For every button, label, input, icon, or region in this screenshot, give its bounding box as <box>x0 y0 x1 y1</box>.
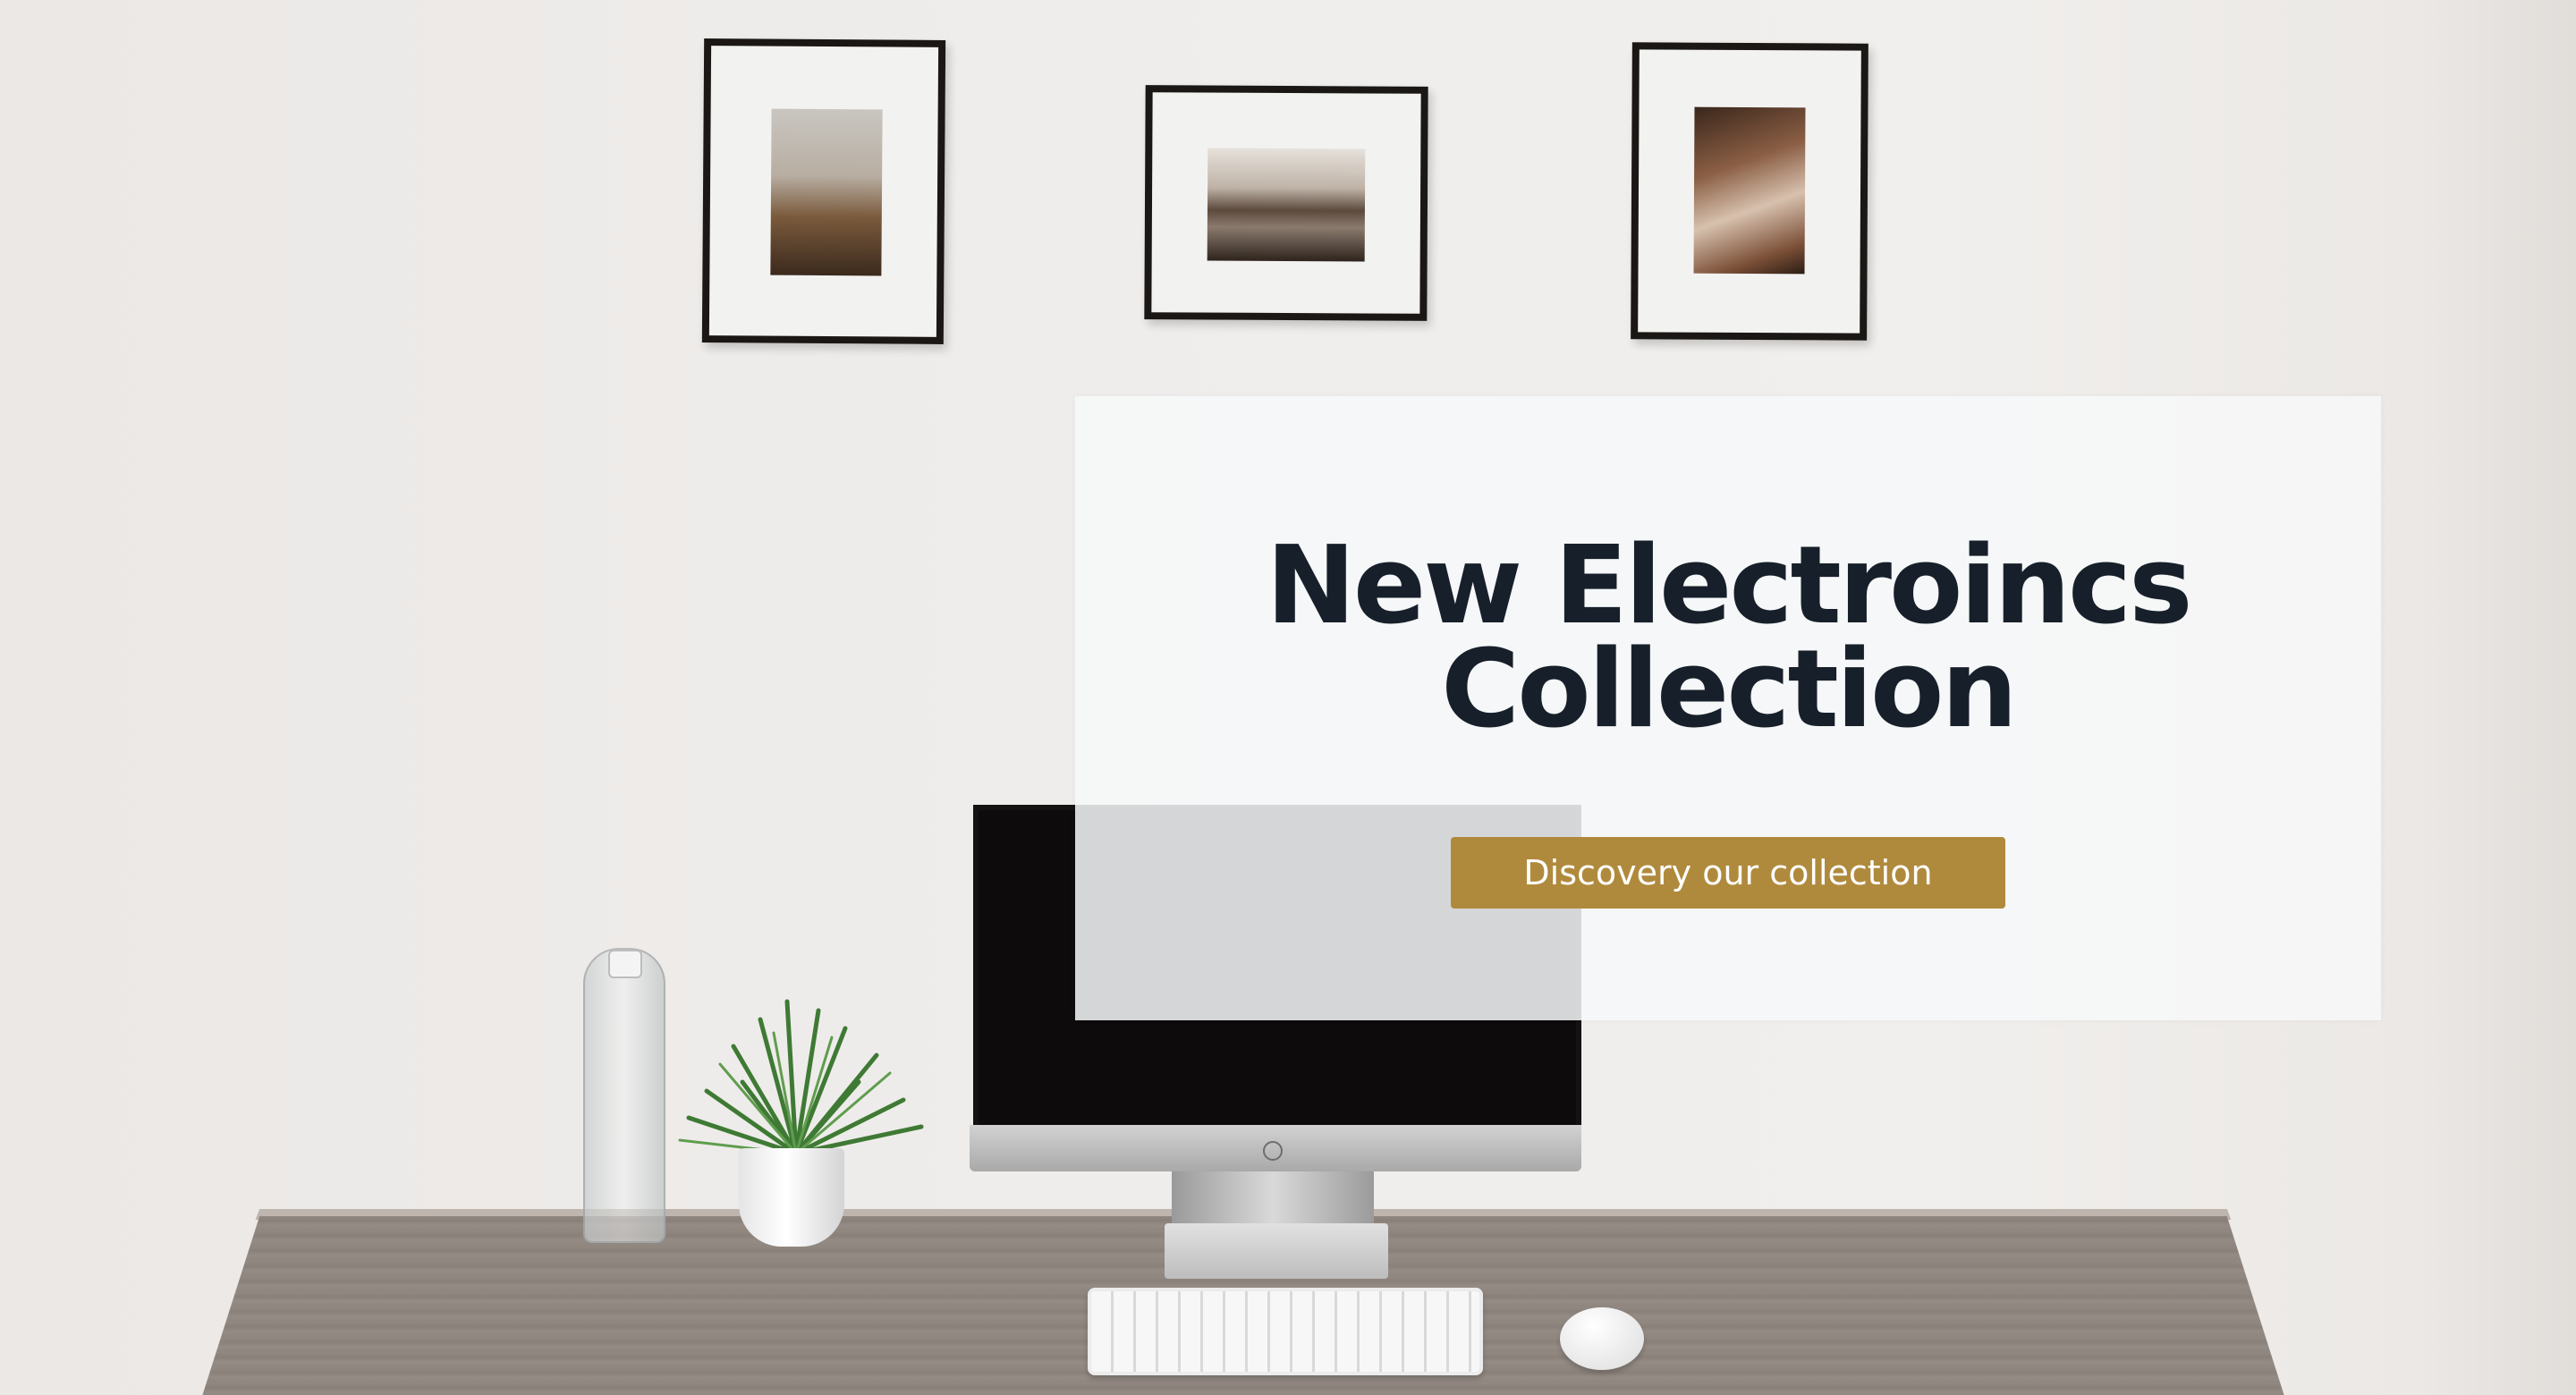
hp-logo-icon <box>1263 1141 1283 1161</box>
frame-photo-center <box>1207 148 1366 262</box>
picture-frame-center <box>1144 85 1428 321</box>
bottle-cap <box>608 950 642 978</box>
discover-collection-button[interactable]: Discovery our collection <box>1451 837 2005 909</box>
frame-photo-right <box>1693 106 1806 275</box>
monitor-base <box>1165 1223 1388 1279</box>
frame-photo-left <box>770 108 883 276</box>
picture-frame-right <box>1631 42 1868 341</box>
wall-shade <box>2415 0 2576 1395</box>
keyboard <box>1088 1288 1483 1375</box>
potted-plant <box>678 999 924 1156</box>
hero-section: New Electroincs Collection Discovery our… <box>0 0 2576 1395</box>
monitor-stand <box>1172 1171 1374 1225</box>
hero-title: New Electroincs Collection <box>1075 533 2381 744</box>
hero-title-line-2: Collection <box>1441 628 2018 752</box>
picture-frame-left <box>701 38 946 344</box>
plant-pot <box>739 1148 844 1247</box>
mouse <box>1560 1307 1644 1370</box>
